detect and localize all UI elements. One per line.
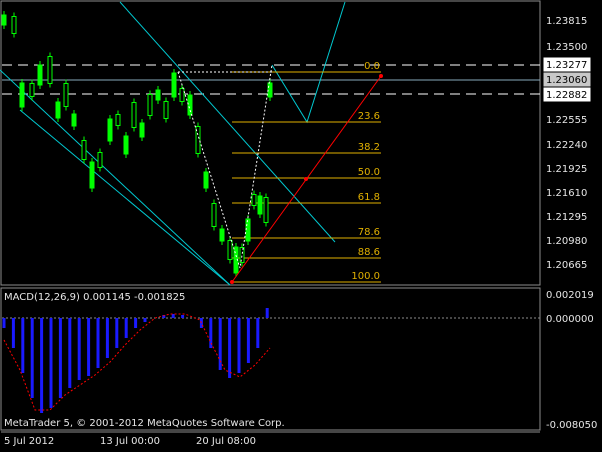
price-marker-lower: 1.22882 [546,90,587,101]
macd-histogram [2,308,269,413]
trend-handle-end[interactable] [379,74,383,78]
candle-body [19,82,25,108]
candle-body [131,102,137,128]
price-label: 1.20665 [546,260,587,271]
price-label: 1.21295 [546,212,587,223]
candle-body [47,56,53,84]
candle-body [219,228,225,242]
price-markers: 1.23277 1.23060 1.22882 [543,57,591,102]
candle-body [251,194,257,206]
chart-window[interactable]: 0.0 23.6 38.2 50.0 61.8 78.6 88.6 100.0 1.23815… [0,0,602,452]
candle-body [1,14,7,26]
price-axis: 1.23815 1.23500 1.22555 1.22240 1.21925 … [546,16,587,271]
price-label: 1.22555 [546,115,587,126]
price-label: 1.21925 [546,164,587,175]
fibo-level-label: 0.0 [364,61,380,72]
candle-body [245,218,251,242]
time-axis: 5 Jul 2012 13 Jul 00:00 20 Jul 08:00 [1,431,540,447]
candle-body [155,89,161,101]
price-marker-current: 1.23060 [546,75,587,86]
candle-body [163,101,169,119]
candle-body [55,101,61,119]
svg-text:5 Jul 2012: 5 Jul 2012 [4,436,54,447]
candle-body [147,94,153,116]
fibo-level-label: 61.8 [358,192,380,203]
candle-body [187,94,193,116]
price-label: 1.23815 [546,16,587,27]
fibo-level-label: 100.0 [351,271,380,282]
macd-axis: 0.002019 0.000000 -0.008050 [546,290,597,431]
price-label: 1.21610 [546,188,587,199]
fibo-level-label: 50.0 [358,167,380,178]
candle-body [115,114,121,126]
candle-body [107,118,113,142]
candle-body [123,135,129,155]
candle-body [11,16,17,34]
candle-body [257,195,263,215]
price-label: 1.22240 [546,140,587,151]
fibo-level-label: 88.6 [358,247,380,258]
macd-subwindow-frame [0,287,541,431]
macd-title: MACD(12,26,9) 0.001145 -0.001825 [4,292,185,303]
price-label: 1.20980 [546,236,587,247]
svg-text:13 Jul 00:00: 13 Jul 00:00 [100,436,160,447]
svg-text:-0.008050: -0.008050 [546,420,597,431]
svg-text:20 Jul 08:00: 20 Jul 08:00 [196,436,256,447]
price-label: 1.23500 [546,42,587,53]
candle-body [211,203,217,227]
candle-body [263,197,269,223]
candle-body [179,88,185,102]
fibo-level-label: 23.6 [358,111,380,122]
trend-handle-start[interactable] [230,280,234,284]
fibo-level-label: 78.6 [358,227,380,238]
candle-body [63,83,69,107]
candle-body [227,240,233,260]
candle-body [89,161,95,189]
candle-body [139,122,145,138]
copyright-text: MetaTrader 5, © 2001-2012 MetaQuotes Sof… [4,418,285,429]
svg-text:0.002019: 0.002019 [546,290,594,301]
candle-body [171,72,177,98]
candle-body [267,82,273,98]
channel-lines[interactable] [0,1,346,286]
trend-handle-mid[interactable] [304,177,308,181]
candlesticks [1,11,273,277]
candle-body [81,140,87,160]
fibo-level-label: 38.2 [358,142,380,153]
candle-body [203,171,209,189]
candle-body [71,113,77,127]
candle-body [239,247,245,263]
candle-body [97,152,103,168]
candle-body [37,64,43,86]
candle-body [29,83,35,97]
price-marker-upper: 1.23277 [546,60,587,71]
svg-text:0.000000: 0.000000 [546,314,594,325]
